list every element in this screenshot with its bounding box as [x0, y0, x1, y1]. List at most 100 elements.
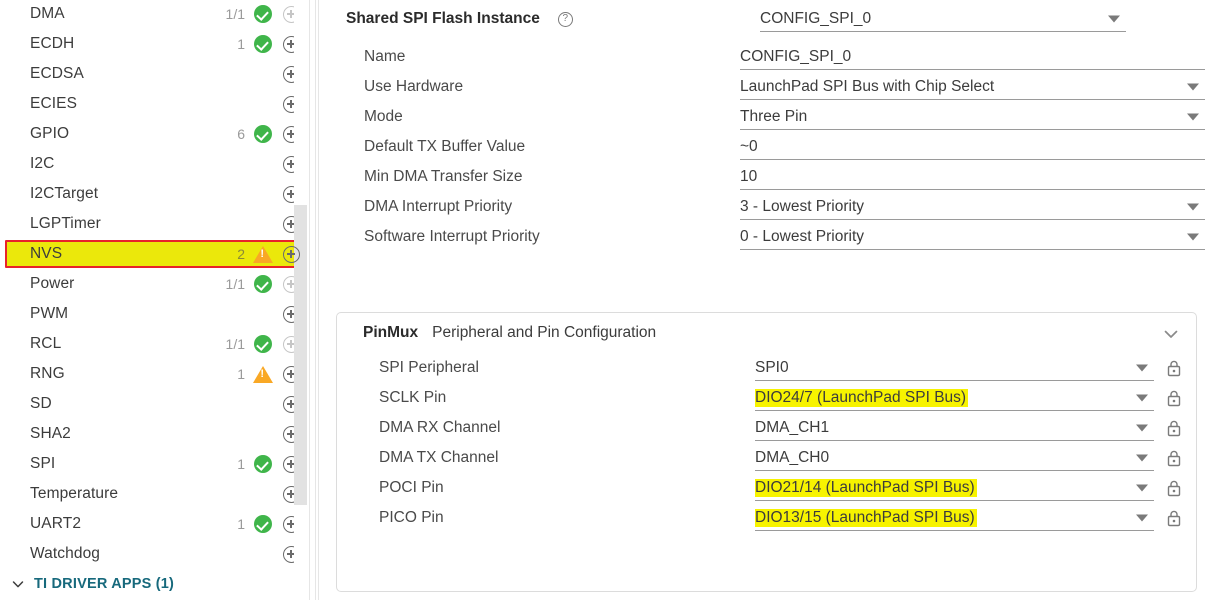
- sidebar-item-sd[interactable]: SD: [0, 389, 312, 419]
- configurator-screen: DMA1/1ECDH1 ECDSA ECIESGPIO6 I2C I2CTarget LG…: [0, 0, 1205, 600]
- sidebar-item-label: SD: [30, 395, 52, 413]
- chevron-down-icon[interactable]: [1187, 113, 1199, 120]
- sidebar-item-label: PWM: [30, 305, 68, 323]
- setting-row: Default TX Buffer Value~0: [336, 132, 1205, 162]
- setting-input[interactable]: CONFIG_SPI_0: [740, 44, 1205, 70]
- sidebar-item-ecdh[interactable]: ECDH1: [0, 29, 312, 59]
- sidebar-item-i2c[interactable]: I2C: [0, 149, 312, 179]
- sidebar-item-temperature[interactable]: Temperature: [0, 479, 312, 509]
- sidebar-item-dma[interactable]: DMA1/1: [0, 0, 312, 29]
- module-tree-sidebar: DMA1/1ECDH1 ECDSA ECIESGPIO6 I2C I2CTarget LG…: [0, 0, 318, 600]
- setting-label: DMA TX Channel: [337, 449, 755, 467]
- setting-dropdown[interactable]: 3 - Lowest Priority: [740, 194, 1205, 220]
- instance-selector[interactable]: CONFIG_SPI_0: [760, 6, 1126, 32]
- sidebar-item-rcl[interactable]: RCL1/1: [0, 329, 312, 359]
- chevron-down-icon[interactable]: [1187, 203, 1199, 210]
- sidebar-item-label: ECDSA: [30, 65, 84, 83]
- pinmux-card: PinMux Peripheral and Pin Configuration …: [336, 312, 1197, 592]
- lock-icon[interactable]: [1166, 479, 1182, 497]
- sidebar-divider-2: [315, 0, 316, 600]
- sidebar-item-watchdog[interactable]: Watchdog: [0, 539, 312, 569]
- help-icon[interactable]: ?: [558, 12, 573, 27]
- setting-dropdown[interactable]: SPI0: [755, 355, 1154, 381]
- lock-icon[interactable]: [1166, 449, 1182, 467]
- status-empty: [252, 93, 274, 115]
- sidebar-item-spi[interactable]: SPI1: [0, 449, 312, 479]
- sidebar-item-label: NVS: [30, 245, 62, 263]
- sidebar-item-label: I2C: [30, 155, 54, 173]
- setting-dropdown[interactable]: DMA_CH0: [755, 445, 1154, 471]
- pinmux-card-header: PinMux Peripheral and Pin Configuration: [337, 313, 1196, 353]
- pinmux-title: PinMux: [363, 324, 418, 342]
- add-instance-icon[interactable]: [280, 243, 302, 265]
- setting-dropdown[interactable]: DIO24/7 (LaunchPad SPI Bus): [755, 385, 1154, 411]
- setting-input[interactable]: 10: [740, 164, 1205, 190]
- setting-value: ~0: [740, 138, 784, 156]
- sidebar-item-ecdsa[interactable]: ECDSA: [0, 59, 312, 89]
- sidebar-item-rng[interactable]: RNG 1: [0, 359, 312, 389]
- settings-rows: NameCONFIG_SPI_0Use HardwareLaunchPad SP…: [336, 42, 1205, 252]
- status-ok-icon: [252, 333, 274, 355]
- pinmux-rows: SPI PeripheralSPI0SCLK PinDIO24/7 (Launc…: [337, 353, 1196, 533]
- sidebar-item-count: 2: [237, 246, 245, 262]
- chevron-down-icon[interactable]: [1136, 454, 1148, 461]
- sidebar-item-label: LGPTimer: [30, 215, 101, 233]
- status-empty: [252, 213, 274, 235]
- chevron-down-icon[interactable]: [1136, 364, 1148, 371]
- setting-row: SPI PeripheralSPI0: [337, 353, 1188, 383]
- setting-row: DMA Interrupt Priority3 - Lowest Priorit…: [336, 192, 1205, 222]
- sidebar-item-label: DMA: [30, 5, 65, 23]
- sidebar-item-i2ctarget[interactable]: I2CTarget: [0, 179, 312, 209]
- sidebar-item-uart2[interactable]: UART21: [0, 509, 312, 539]
- lock-icon[interactable]: [1166, 389, 1182, 407]
- setting-label: Use Hardware: [336, 78, 740, 96]
- setting-value: SPI0: [755, 359, 815, 377]
- status-empty: [252, 423, 274, 445]
- sidebar-divider-1: [309, 0, 310, 600]
- chevron-down-icon[interactable]: [1108, 15, 1120, 22]
- sidebar-item-label: SPI: [30, 455, 55, 473]
- sidebar-item-label: GPIO: [30, 125, 69, 143]
- setting-dropdown[interactable]: DMA_CH1: [755, 415, 1154, 441]
- sidebar-item-sha2[interactable]: SHA2: [0, 419, 312, 449]
- setting-dropdown[interactable]: DIO21/14 (LaunchPad SPI Bus): [755, 475, 1154, 501]
- sidebar-item-count: 1: [237, 516, 245, 532]
- setting-dropdown[interactable]: Three Pin: [740, 104, 1205, 130]
- lock-icon[interactable]: [1166, 419, 1182, 437]
- chevron-down-icon[interactable]: [1187, 83, 1199, 90]
- setting-input[interactable]: ~0: [740, 134, 1205, 160]
- setting-value: Three Pin: [740, 108, 833, 126]
- chevron-down-icon[interactable]: [1136, 424, 1148, 431]
- status-empty: [252, 153, 274, 175]
- setting-dropdown[interactable]: LaunchPad SPI Bus with Chip Select: [740, 74, 1205, 100]
- sidebar-item-label: RCL: [30, 335, 61, 353]
- sidebar-item-lgptimer[interactable]: LGPTimer: [0, 209, 312, 239]
- setting-value: 3 - Lowest Priority: [740, 198, 890, 216]
- sidebar-item-pwm[interactable]: PWM: [0, 299, 312, 329]
- setting-row: ModeThree Pin: [336, 102, 1205, 132]
- sidebar-item-label: RNG: [30, 365, 65, 383]
- setting-label: Default TX Buffer Value: [336, 138, 740, 156]
- lock-icon[interactable]: [1166, 509, 1182, 527]
- status-ok-icon: [252, 273, 274, 295]
- sidebar-item-count: 1: [237, 36, 245, 52]
- setting-dropdown[interactable]: DIO13/15 (LaunchPad SPI Bus): [755, 505, 1154, 531]
- sidebar-item-gpio[interactable]: GPIO6: [0, 119, 312, 149]
- setting-value: DIO13/15 (LaunchPad SPI Bus): [755, 509, 977, 527]
- status-ok-icon: [252, 513, 274, 535]
- chevron-down-icon[interactable]: [1187, 233, 1199, 240]
- sidebar-item-label: Power: [30, 275, 74, 293]
- lock-icon[interactable]: [1166, 359, 1182, 377]
- chevron-down-icon[interactable]: [1136, 514, 1148, 521]
- sidebar-item-count: 1: [237, 366, 245, 382]
- chevron-down-icon[interactable]: [1136, 484, 1148, 491]
- setting-label: Min DMA Transfer Size: [336, 168, 740, 186]
- sidebar-item-nvs[interactable]: NVS 2: [0, 239, 312, 269]
- setting-dropdown[interactable]: 0 - Lowest Priority: [740, 224, 1205, 250]
- status-warning-icon: [252, 363, 274, 385]
- chevron-down-icon[interactable]: [1136, 394, 1148, 401]
- sidebar-item-ecies[interactable]: ECIES: [0, 89, 312, 119]
- collapse-pinmux-button[interactable]: [1160, 323, 1182, 345]
- sidebar-item-power[interactable]: Power1/1: [0, 269, 312, 299]
- sidebar-group-ti-driver-apps[interactable]: TI DRIVER APPS (1): [0, 569, 312, 599]
